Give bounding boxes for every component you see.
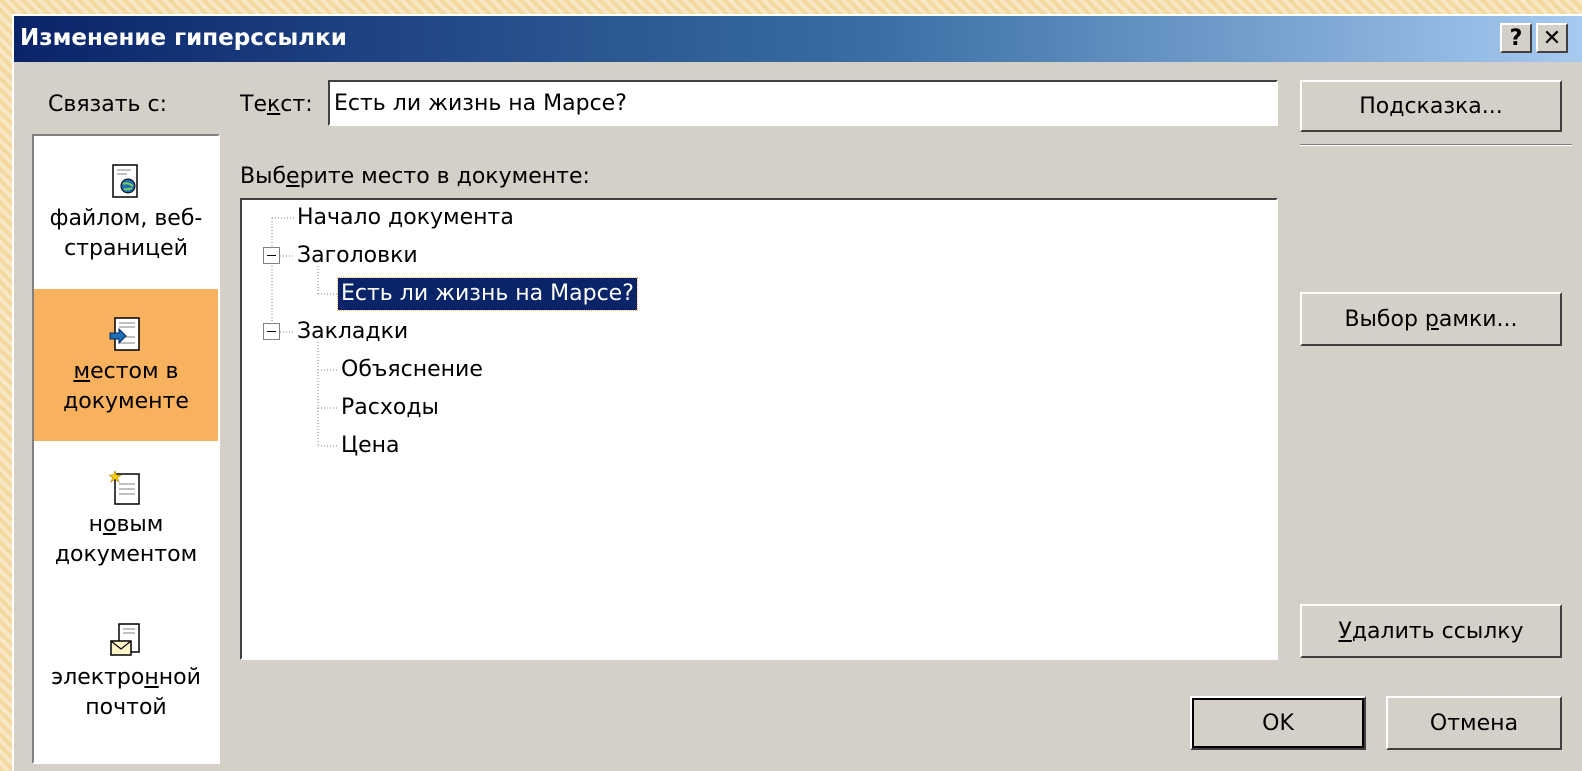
target-frame-button[interactable]: Выбор рамки... xyxy=(1300,292,1562,346)
link-to-email-line1: электронной xyxy=(51,665,201,690)
tree-node-expenses[interactable]: Расходы xyxy=(338,392,442,424)
email-icon xyxy=(110,623,140,656)
link-to-new-document[interactable]: новым документом xyxy=(34,442,218,594)
edit-hyperlink-dialog: Изменение гиперссылки ? ✕ Связать с: фай… xyxy=(12,14,1582,771)
separator-line xyxy=(1300,144,1572,146)
link-to-place-line1: местом в xyxy=(73,359,179,384)
text-field-label: Текст: xyxy=(240,92,313,117)
remove-link-button-label: Удалить ссылку xyxy=(1338,618,1524,644)
headings-collapse-toggle[interactable] xyxy=(263,247,280,264)
cancel-button-label: Отмена xyxy=(1429,710,1519,736)
link-to-label: Связать с: xyxy=(48,92,168,117)
bookmarks-collapse-toggle[interactable] xyxy=(263,323,280,340)
web-page-icon xyxy=(112,164,138,198)
document-places-tree[interactable]: Начало документа Заголовки Есть ли жизнь… xyxy=(240,198,1278,660)
title-bar[interactable]: Изменение гиперссылки ? ✕ xyxy=(14,16,1582,62)
tree-node-bookmarks[interactable]: Закладки xyxy=(294,316,411,348)
tree-node-heading-mars[interactable]: Есть ли жизнь на Марсе? xyxy=(337,277,638,311)
select-place-label: Выберите место в документе: xyxy=(240,164,590,189)
tree-node-explanation[interactable]: Объяснение xyxy=(338,354,486,386)
link-to-email-line2: почтой xyxy=(85,695,167,720)
link-to-new-line1: новым xyxy=(88,512,164,537)
place-in-document-icon xyxy=(109,317,140,351)
new-document-icon xyxy=(109,470,140,505)
background-frame-top xyxy=(0,0,1582,14)
ok-button-label: OK xyxy=(1262,710,1294,736)
link-to-web-page-line1: файлом, веб- xyxy=(49,206,203,231)
link-to-place-in-document[interactable]: местом в документе xyxy=(34,289,218,441)
screentip-button[interactable]: Подсказка... xyxy=(1300,80,1562,132)
ok-button[interactable]: OK xyxy=(1190,696,1366,750)
link-to-email[interactable]: электронной почтой xyxy=(34,595,218,747)
screentip-button-label: Подсказка... xyxy=(1359,93,1503,119)
target-frame-button-label: Выбор рамки... xyxy=(1344,306,1518,332)
close-button[interactable]: ✕ xyxy=(1536,23,1568,53)
close-icon: ✕ xyxy=(1542,25,1562,51)
link-to-web-page-line2: страницей xyxy=(64,236,188,261)
tree-node-document-start[interactable]: Начало документа xyxy=(294,202,517,234)
question-mark-icon: ? xyxy=(1509,25,1523,51)
dialog-title: Изменение гиперссылки xyxy=(20,25,347,51)
cancel-button[interactable]: Отмена xyxy=(1386,696,1562,750)
link-to-place-line2: документе xyxy=(63,389,189,414)
tree-node-headings[interactable]: Заголовки xyxy=(294,240,421,272)
help-button[interactable]: ? xyxy=(1500,23,1532,53)
link-to-panel: файлом, веб- страницей местом в документ… xyxy=(32,134,220,764)
remove-link-button[interactable]: Удалить ссылку xyxy=(1300,604,1562,658)
link-to-new-line2: документом xyxy=(54,542,198,567)
tree-node-price[interactable]: Цена xyxy=(338,430,402,462)
link-to-web-page[interactable]: файлом, веб- страницей xyxy=(34,136,218,288)
text-to-display-input[interactable] xyxy=(328,80,1278,126)
